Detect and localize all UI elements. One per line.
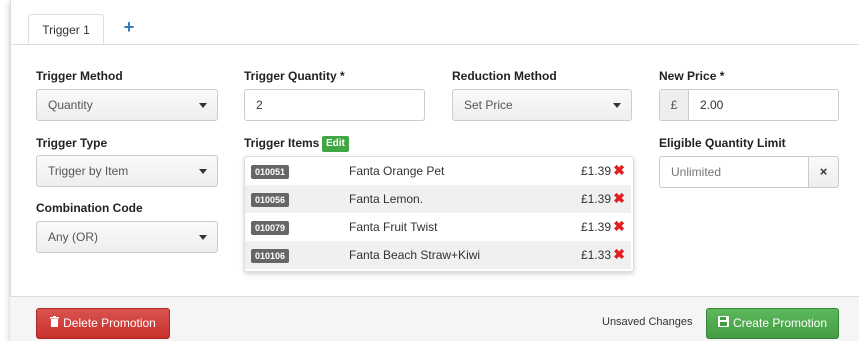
trigger-type-label: Trigger Type — [36, 136, 108, 150]
add-trigger-tab-button[interactable]: + — [120, 18, 138, 36]
trigger-method-select[interactable]: Quantity — [36, 89, 218, 121]
edit-items-button[interactable]: Edit — [322, 136, 349, 152]
reduction-method-label: Reduction Method — [452, 69, 557, 83]
chevron-down-icon — [199, 235, 207, 240]
trigger-quantity-label: Trigger Quantity * — [244, 69, 345, 83]
trigger-method-value: Quantity — [48, 98, 93, 112]
item-name: Fanta Orange Pet — [349, 164, 445, 178]
item-name: Fanta Beach Straw+Kiwi — [349, 248, 481, 262]
trigger-method-label: Trigger Method — [36, 69, 123, 83]
delete-promotion-label: Delete Promotion — [63, 316, 156, 330]
new-price-value: 2.00 — [700, 98, 724, 112]
item-price: £1.39 — [580, 220, 611, 234]
currency-addon: £ — [660, 90, 689, 120]
list-item: 010106 Fanta Beach Straw+Kiwi £1.33 ✖ — [245, 241, 631, 269]
item-code-badge: 010051 — [251, 165, 290, 179]
combination-code-label: Combination Code — [36, 201, 143, 215]
combination-code-value: Any (OR) — [48, 230, 99, 244]
list-item: 010051 Fanta Orange Pet £1.39 ✖ — [245, 157, 631, 185]
combination-code-select[interactable]: Any (OR) — [36, 221, 218, 253]
list-item: 010056 Fanta Lemon. £1.39 ✖ — [245, 185, 631, 213]
item-code-badge: 010079 — [251, 221, 290, 235]
chevron-down-icon — [199, 103, 207, 108]
item-name: Fanta Lemon. — [349, 192, 424, 206]
tab-trigger-1[interactable]: Trigger 1 — [28, 14, 104, 44]
list-item: 010079 Fanta Fruit Twist £1.39 ✖ — [245, 213, 631, 241]
remove-item-icon[interactable]: ✖ — [613, 190, 625, 206]
eligible-quantity-limit-input[interactable] — [659, 156, 809, 188]
item-code-badge: 010056 — [251, 193, 290, 207]
reduction-method-value: Set Price — [464, 98, 513, 112]
trigger-quantity-value: 2 — [256, 98, 263, 112]
item-price: £1.39 — [580, 164, 611, 178]
trigger-quantity-input[interactable]: 2 — [244, 89, 425, 121]
save-icon — [717, 309, 729, 338]
reduction-method-select[interactable]: Set Price — [452, 89, 632, 121]
remove-item-icon[interactable]: ✖ — [613, 218, 625, 234]
new-price-label: New Price * — [659, 69, 725, 83]
delete-promotion-button[interactable]: Delete Promotion — [36, 308, 170, 339]
clear-limit-button[interactable]: × — [808, 156, 839, 188]
remove-item-icon[interactable]: ✖ — [613, 162, 625, 178]
chevron-down-icon — [613, 103, 621, 108]
unsaved-changes-text: Unsaved Changes — [602, 316, 693, 328]
eligible-quantity-limit-label: Eligible Quantity Limit — [659, 136, 786, 150]
create-promotion-button[interactable]: Create Promotion — [706, 308, 839, 339]
remove-item-icon[interactable]: ✖ — [613, 246, 625, 262]
create-promotion-label: Create Promotion — [732, 316, 828, 330]
trigger-type-value: Trigger by Item — [48, 164, 129, 178]
trigger-items-list: 010051 Fanta Orange Pet £1.39 ✖ 010056 F… — [244, 156, 634, 272]
trash-icon — [50, 309, 60, 338]
chevron-down-icon — [199, 169, 207, 174]
item-price: £1.39 — [580, 192, 611, 206]
trigger-items-label: Trigger Items — [244, 136, 320, 150]
item-code-badge: 010106 — [251, 249, 290, 263]
item-price: £1.33 — [580, 248, 611, 262]
trigger-type-select[interactable]: Trigger by Item — [36, 155, 218, 187]
new-price-input[interactable]: £ 2.00 — [659, 89, 839, 121]
item-name: Fanta Fruit Twist — [349, 220, 438, 234]
